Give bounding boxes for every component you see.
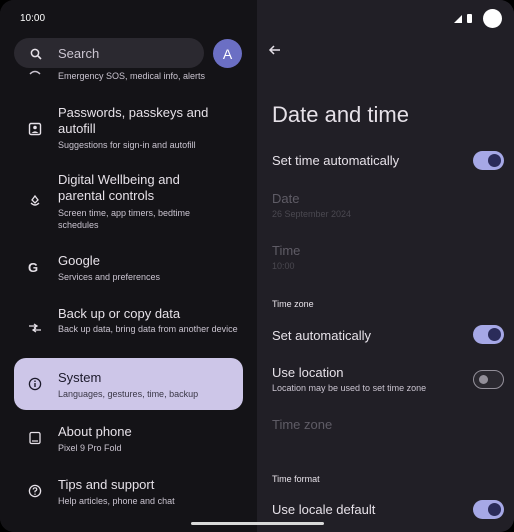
settings-item-title: Tips and support	[58, 477, 155, 492]
wellbeing-icon	[28, 194, 42, 208]
date-value: 26 September 2024	[272, 209, 352, 219]
time-zone-label: Time zone	[272, 417, 333, 432]
date-label: Date	[272, 191, 300, 206]
page-title: Date and time	[272, 102, 409, 127]
settings-item-title: Passwords, passkeys and autofill	[58, 105, 209, 136]
settings-item-tips[interactable]: Tips and support Help articles, phone an…	[14, 473, 243, 513]
set-time-automatically-toggle[interactable]	[473, 151, 504, 170]
sync-arrows-icon	[28, 320, 42, 334]
settings-item-wellbeing[interactable]: Digital Wellbeing and parental controls …	[14, 167, 243, 237]
settings-item-subtitle: Screen time, app timers, bedtime schedul…	[58, 208, 191, 230]
info-icon	[28, 377, 42, 391]
help-icon	[28, 484, 42, 498]
settings-item-safety[interactable]: Emergency SOS, medical info, alerts	[14, 60, 243, 86]
settings-item-subtitle: Emergency SOS, medical info, alerts	[58, 71, 206, 81]
toggle-knob	[488, 503, 501, 516]
google-icon: G	[28, 260, 39, 275]
settings-item-title: Digital Wellbeing and parental controls	[58, 172, 180, 203]
settings-item-subtitle: Back up data, bring data from another de…	[58, 324, 238, 334]
date-time-pane: Date and time Set time automatically Dat…	[257, 0, 514, 532]
use-location-toggle[interactable]	[473, 370, 504, 389]
use-locale-default-toggle[interactable]	[473, 500, 504, 519]
settings-item-subtitle: Pixel 9 Pro Fold	[58, 443, 122, 453]
status-icons	[454, 9, 502, 28]
medical-icon	[28, 62, 42, 76]
signal-icon	[454, 14, 462, 23]
status-time: 10:00	[20, 13, 46, 24]
toggle-knob	[479, 375, 488, 384]
phone-icon	[28, 431, 42, 445]
set-tz-automatically-label[interactable]: Set automatically	[272, 328, 371, 343]
time-label: Time	[272, 243, 301, 258]
toggle-knob	[488, 328, 501, 341]
time-format-section-header: Time format	[272, 474, 320, 484]
set-time-automatically-label[interactable]: Set time automatically	[272, 153, 399, 168]
settings-item-title: About phone	[58, 424, 132, 439]
toggle-knob	[488, 154, 501, 167]
set-tz-automatically-toggle[interactable]	[473, 325, 504, 344]
battery-icon	[467, 14, 472, 23]
camera-cutout	[483, 9, 502, 28]
settings-item-google[interactable]: G Google Services and preferences	[14, 248, 243, 288]
device-screen: 10:00 Search A Emergency SOS, medical in…	[0, 0, 514, 532]
settings-item-title: System	[58, 370, 102, 385]
settings-item-subtitle: Help articles, phone and chat	[58, 496, 175, 506]
account-box-icon	[28, 122, 42, 136]
use-location-subtitle: Location may be used to set time zone	[272, 383, 427, 393]
use-locale-default-label[interactable]: Use locale default	[272, 502, 375, 517]
settings-item-passwords[interactable]: Passwords, passkeys and autofill Suggest…	[14, 100, 243, 160]
time-zone-section-header: Time zone	[272, 299, 314, 309]
settings-item-subtitle: Services and preferences	[58, 272, 161, 282]
settings-item-backup[interactable]: Back up or copy data Back up data, bring…	[14, 300, 243, 350]
settings-item-about-phone[interactable]: About phone Pixel 9 Pro Fold	[14, 420, 243, 460]
settings-pane: 10:00 Search A Emergency SOS, medical in…	[0, 0, 257, 532]
settings-item-title: Google	[58, 253, 100, 268]
time-value: 10:00	[272, 261, 295, 271]
settings-item-subtitle: Languages, gestures, time, backup	[58, 389, 199, 399]
gesture-bar[interactable]	[191, 522, 324, 525]
settings-item-system[interactable]: System Languages, gestures, time, backup	[14, 358, 243, 410]
use-location-label[interactable]: Use location	[272, 365, 344, 380]
settings-item-title: Back up or copy data	[58, 306, 181, 321]
search-icon	[30, 47, 42, 60]
back-arrow-icon[interactable]	[267, 42, 283, 58]
settings-item-subtitle: Suggestions for sign-in and autofill	[58, 140, 196, 150]
search-label: Search	[58, 45, 100, 61]
